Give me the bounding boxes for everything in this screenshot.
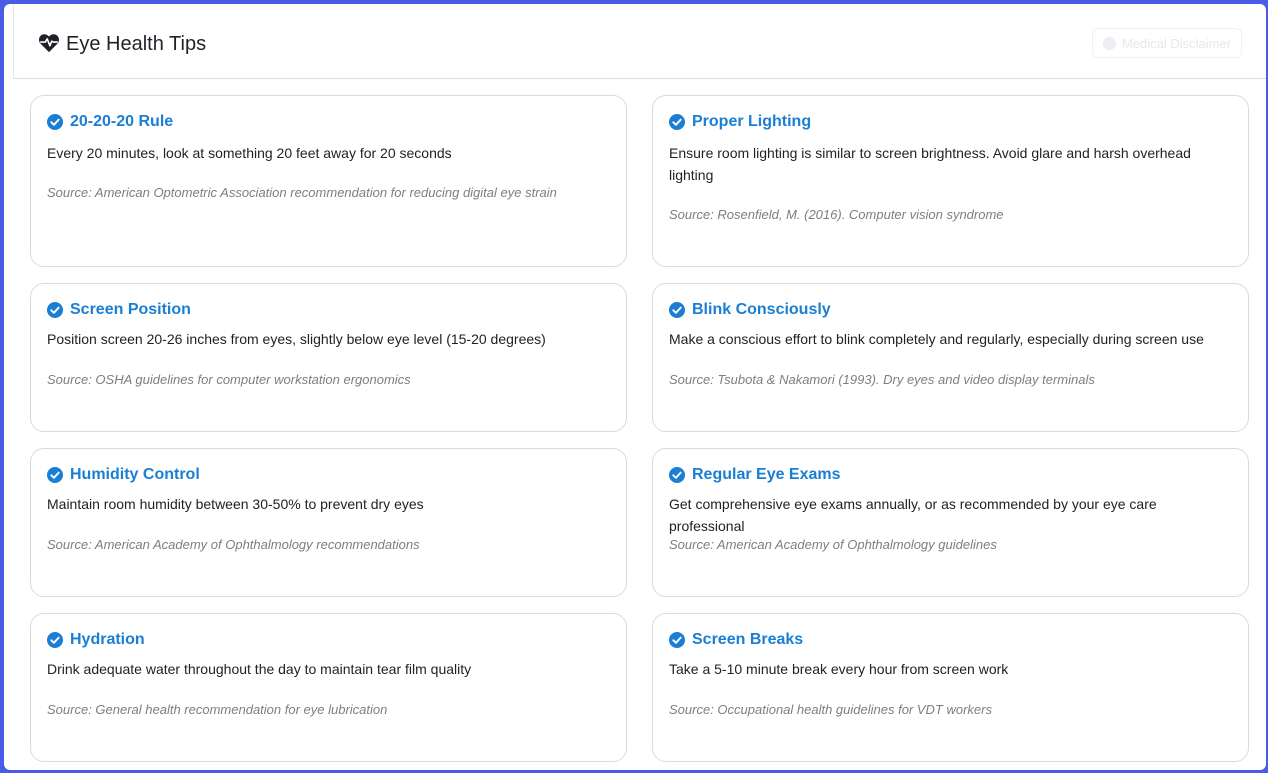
medical-disclaimer-button[interactable]: Medical Disclaimer — [1092, 28, 1242, 58]
panel-header: Eye Health Tips Medical Disclaimer — [13, 4, 1266, 79]
tip-card: Screen Position Position screen 20-26 in… — [30, 283, 627, 432]
tip-description: Make a conscious effort to blink complet… — [669, 331, 1204, 347]
tip-source: Source: General health recommendation fo… — [47, 702, 388, 717]
tip-title: Blink Consciously — [692, 301, 831, 318]
tip-source: Source: Tsubota & Nakamori (1993). Dry e… — [669, 372, 1095, 387]
info-icon — [1102, 36, 1116, 50]
tip-source: Source: American Academy of Ophthalmolog… — [47, 537, 420, 552]
eye-health-panel: Eye Health Tips Medical Disclaimer 20-20… — [4, 4, 1266, 770]
check-circle-icon — [47, 632, 63, 648]
heart-pulse-icon — [39, 34, 59, 53]
check-circle-icon — [669, 467, 685, 483]
tip-title: 20-20-20 Rule — [70, 113, 174, 130]
check-circle-icon — [47, 467, 63, 483]
tip-card: Humidity Control Maintain room humidity … — [30, 448, 627, 597]
tip-card: Blink Consciously Make a conscious effor… — [652, 283, 1249, 432]
page-title: Eye Health Tips — [66, 33, 207, 55]
tip-description: Position screen 20-26 inches from eyes, … — [47, 331, 546, 347]
check-circle-icon — [669, 114, 685, 130]
tip-source: Source: American Optometric Association … — [47, 185, 557, 200]
tip-title: Screen Breaks — [692, 631, 804, 648]
tip-source: Source: OSHA guidelines for computer wor… — [47, 372, 411, 387]
tip-description: Maintain room humidity between 30-50% to… — [47, 496, 424, 512]
check-circle-icon — [47, 114, 63, 130]
tip-card: Hydration Drink adequate water throughou… — [30, 613, 627, 762]
check-circle-icon — [669, 302, 685, 318]
tip-source: Source: Occupational health guidelines f… — [669, 702, 992, 717]
tip-card: Regular Eye Exams Get comprehensive eye … — [652, 448, 1249, 597]
tip-card: Screen Breaks Take a 5-10 minute break e… — [652, 613, 1249, 762]
check-circle-icon — [47, 302, 63, 318]
tip-title: Regular Eye Exams — [692, 466, 841, 483]
tip-card: 20-20-20 Rule Every 20 minutes, look at … — [30, 95, 627, 267]
tip-source: Source: American Academy of Ophthalmolog… — [669, 537, 997, 552]
tip-description: Every 20 minutes, look at something 20 f… — [47, 145, 452, 161]
tip-description: Drink adequate water throughout the day … — [47, 661, 472, 677]
tip-card: Proper Lighting Ensure room lighting is … — [652, 95, 1249, 267]
tip-title: Hydration — [70, 631, 145, 648]
tip-source: Source: Rosenfield, M. (2016). Computer … — [669, 207, 1004, 222]
tip-description: Ensure room lighting is similar to scree… — [669, 145, 1191, 183]
tip-description: Take a 5-10 minute break every hour from… — [669, 661, 1009, 677]
tip-description: Get comprehensive eye exams annually, or… — [669, 496, 1157, 534]
check-circle-icon — [669, 632, 685, 648]
medical-disclaimer-label: Medical Disclaimer — [1121, 35, 1232, 51]
tip-title: Humidity Control — [70, 466, 200, 483]
tip-title: Proper Lighting — [692, 113, 812, 130]
tip-title: Screen Position — [70, 301, 191, 318]
